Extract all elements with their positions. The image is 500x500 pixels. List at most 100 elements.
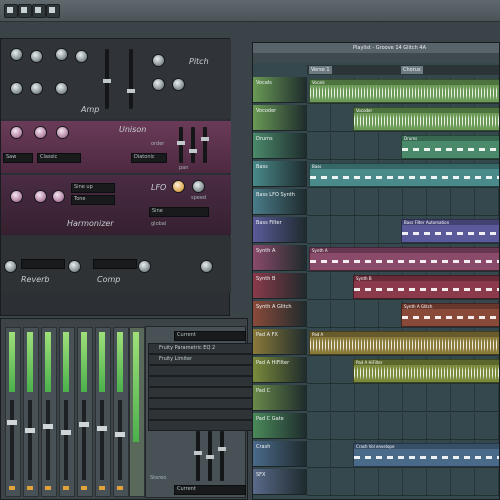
pattern-clip[interactable]: Vocoder [353,107,499,131]
mixer-strip-2[interactable] [23,327,39,497]
mixer-strip-4[interactable] [59,327,75,497]
fx-slot-2[interactable]: Fruity Limiter [148,354,256,365]
osc-knob-4[interactable] [76,51,87,62]
menu-icon[interactable] [4,4,18,18]
unison-fader-3[interactable] [201,127,209,163]
stop-icon[interactable] [46,4,60,18]
track-lane[interactable] [307,385,499,412]
unison-mode-dropdown[interactable]: Classic [37,153,81,163]
track-lane[interactable]: Bass Filter Automation [307,217,499,244]
fx-slot-8[interactable] [148,420,256,431]
eq-fader-2[interactable] [206,431,214,481]
lfo-speed-knob[interactable] [173,181,184,192]
channel-select-dropdown[interactable]: Current [174,331,246,341]
track-lane[interactable]: Vocals [307,77,499,104]
track-lane[interactable] [307,189,499,216]
track-label[interactable]: Bass Filter [253,217,307,243]
pattern-clip[interactable]: Drums [401,135,499,159]
pattern-clip[interactable]: Synth A Glitch [401,303,499,327]
mixer-strip-1[interactable] [5,327,21,497]
track-label[interactable]: Drums [253,133,307,159]
lfo-shape-dropdown[interactable]: Sine up [71,183,115,193]
unison-knob-1[interactable] [11,127,22,138]
osc-knob-1[interactable] [11,49,22,60]
track-lane[interactable]: Synth B [307,273,499,300]
track-label[interactable]: Pad A FX [253,329,307,355]
track-lane[interactable] [307,413,499,440]
amp-knob-2[interactable] [31,83,42,94]
track-lane[interactable]: Bass [307,161,499,188]
unison-knob-3[interactable] [57,127,68,138]
fx-slot-7[interactable] [148,409,256,420]
mixer-strip-master[interactable] [129,327,145,497]
record-icon[interactable] [18,4,32,18]
marker-chorus[interactable]: Chorus [401,66,423,74]
lfo-amount-knob[interactable] [193,181,204,192]
lfo-target-dropdown[interactable]: Tone [71,195,115,205]
fx-slot-4[interactable] [148,376,256,387]
track-label[interactable]: Synth B [253,273,307,299]
mixer-strip-7[interactable] [113,327,129,497]
amp-knob-3[interactable] [56,83,67,94]
fx-slot-3[interactable] [148,365,256,376]
fx-slot-1[interactable]: Fruity Parametric EQ 2 [148,343,256,354]
amp-fader-2[interactable] [127,49,135,109]
harm-type-dropdown[interactable]: Diatonic [131,153,167,163]
fx-slot-5[interactable] [148,387,256,398]
reverb-knob-2[interactable] [69,261,80,272]
mixer-strip-3[interactable] [41,327,57,497]
harm-scale-dropdown[interactable]: Sine [149,207,209,217]
track-label[interactable]: Synth A [253,245,307,271]
track-lane[interactable]: Vocoder [307,105,499,132]
mixer-strip-6[interactable] [95,327,111,497]
pitch-knob-3[interactable] [173,79,184,90]
playlist-ruler[interactable]: Verse 1 Chorus [307,65,499,75]
track-lane[interactable] [307,469,499,496]
pattern-clip[interactable]: Vocals [309,79,499,103]
reverb-knob-1[interactable] [5,261,16,272]
track-label[interactable]: Crash [253,441,307,467]
harm-knob-2[interactable] [35,191,46,202]
pattern-clip[interactable]: Pad A HiFilter [353,359,499,383]
track-lane[interactable]: Synth A [307,245,499,272]
amp-fader-1[interactable] [103,49,111,109]
amp-knob-1[interactable] [11,83,22,94]
marker-verse-1[interactable]: Verse 1 [309,66,332,74]
track-label[interactable]: Bass [253,161,307,187]
track-lane[interactable]: Pad A [307,329,499,356]
play-icon[interactable] [32,4,46,18]
pattern-clip[interactable]: Bass [309,163,499,187]
unison-fader-2[interactable] [189,127,197,163]
unison-fader-1[interactable] [177,127,185,163]
harm-knob-1[interactable] [11,191,22,202]
comp-knob[interactable] [139,261,150,272]
track-lane[interactable]: Pad A HiFilter [307,357,499,384]
track-label[interactable]: Pad C Gate [253,413,307,439]
track-lane[interactable]: Crash Vol envelope [307,441,499,468]
track-lane[interactable]: Drums [307,133,499,160]
eq-fader-3[interactable] [218,431,226,481]
output-dropdown[interactable]: Current [174,485,246,495]
pattern-clip[interactable]: Pad A [309,331,499,355]
eq-fader-1[interactable] [194,431,202,481]
comp-type-dropdown[interactable] [93,259,137,269]
track-label[interactable]: Vocals [253,77,307,103]
pattern-clip[interactable]: Bass Filter Automation [401,219,499,243]
osc-knob-2[interactable] [31,51,42,62]
osc-shape-dropdown[interactable]: Saw [3,153,33,163]
unison-knob-2[interactable] [35,127,46,138]
track-label[interactable]: Synth A Glitch [253,301,307,327]
track-label[interactable]: Vocoder [253,105,307,131]
harm-knob-3[interactable] [53,191,64,202]
track-label[interactable]: Pad C [253,385,307,411]
track-label[interactable]: Bass LFO Synth [253,189,307,215]
pitch-knob-2[interactable] [153,79,164,90]
pattern-clip[interactable]: Crash Vol envelope [353,443,499,467]
track-label[interactable]: Pad A HiFilter [253,357,307,383]
mixer-strip-5[interactable] [77,327,93,497]
fx-slot-6[interactable] [148,398,256,409]
master-knob[interactable] [201,261,212,272]
reverb-type-dropdown[interactable] [21,259,65,269]
pitch-knob-1[interactable] [153,55,164,66]
pattern-clip[interactable]: Synth A [309,247,499,271]
